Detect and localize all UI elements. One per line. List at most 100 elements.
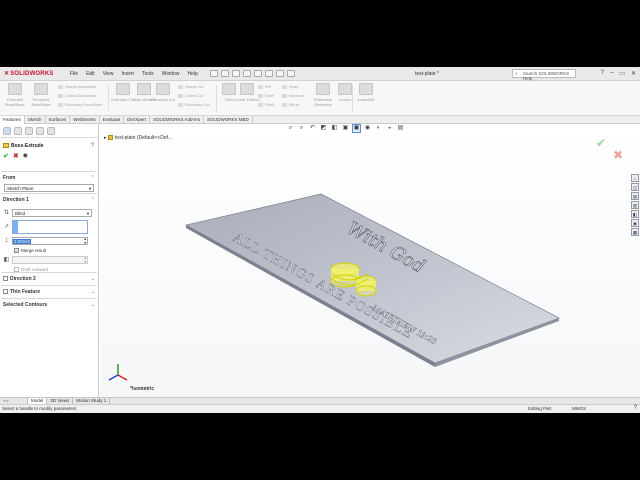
direction2-section[interactable]: Direction 2 ⌄ bbox=[1, 272, 97, 285]
custom-properties-icon[interactable]: ▦ bbox=[631, 228, 639, 236]
minimize-button[interactable]: – bbox=[610, 70, 613, 77]
tab-features[interactable]: Features bbox=[0, 116, 25, 124]
open-icon[interactable] bbox=[221, 70, 229, 77]
end-condition-select[interactable]: Blind ▼ bbox=[12, 209, 92, 217]
shell-button[interactable]: Shell bbox=[258, 102, 274, 107]
revolved-boss-button[interactable]: Revolved Boss/Base bbox=[28, 83, 54, 107]
selected-contours-section[interactable]: Selected Contours ⌄ bbox=[1, 298, 97, 311]
tab-sketch[interactable]: Sketch bbox=[25, 116, 46, 124]
rebuild-icon[interactable] bbox=[276, 70, 284, 77]
menu-edit[interactable]: Edit bbox=[86, 71, 95, 77]
print-icon[interactable] bbox=[243, 70, 251, 77]
tab-mbd[interactable]: SOLIDWORKS MBD bbox=[204, 116, 253, 124]
revolved-cut-button[interactable]: Revolved Cut bbox=[150, 83, 176, 102]
hide-show-items-icon[interactable]: ◉ bbox=[364, 125, 371, 132]
maximize-button[interactable]: ▭ bbox=[619, 70, 625, 77]
help-icon[interactable]: ? bbox=[91, 143, 94, 149]
display-manager-icon[interactable] bbox=[47, 126, 55, 135]
graphics-area[interactable]: ALL THINGS ARE POSSIBLE MATTHEW 19:26 Wi… bbox=[100, 124, 640, 397]
part-model[interactable]: ALL THINGS ARE POSSIBLE MATTHEW 19:26 Wi… bbox=[100, 124, 640, 397]
file-explorer-icon[interactable]: ▥ bbox=[631, 201, 639, 209]
undo-icon[interactable] bbox=[254, 70, 262, 77]
previous-view-icon[interactable]: ↶ bbox=[309, 125, 316, 132]
lofted-boss-button[interactable]: Lofted Boss/Base bbox=[58, 93, 102, 98]
direction2-checkbox[interactable] bbox=[3, 276, 8, 282]
confirm-checkmark-icon[interactable]: ✔ bbox=[596, 136, 606, 150]
tab-surfaces[interactable]: Surfaces bbox=[46, 116, 71, 124]
instant3d-button[interactable]: Instant3D bbox=[353, 83, 379, 102]
intersect-button[interactable]: Intersect bbox=[282, 93, 304, 98]
property-manager-icon[interactable] bbox=[14, 126, 22, 135]
feature-manager-icon[interactable] bbox=[3, 126, 11, 135]
view-settings-icon[interactable]: ▤ bbox=[397, 125, 404, 132]
draft-icon[interactable]: ◧ bbox=[3, 257, 10, 264]
appearances-icon[interactable]: ◉ bbox=[631, 219, 639, 227]
new-document-icon[interactable] bbox=[210, 70, 218, 77]
zoom-to-fit-icon[interactable]: ⌕ bbox=[287, 125, 294, 132]
extruded-boss-button[interactable]: Extruded Boss/Base bbox=[2, 83, 28, 107]
from-heading[interactable]: From ⌃ bbox=[1, 172, 97, 184]
merge-result-checkbox[interactable]: ✓ Merge result bbox=[1, 248, 97, 253]
depth-input[interactable]: 3.00mm ▲ ▼ bbox=[12, 237, 88, 245]
units-selector[interactable]: MMGS bbox=[572, 406, 586, 411]
draft-button[interactable]: Draft bbox=[258, 93, 274, 98]
feature-tree-flyout[interactable]: ▸ test-plate (Default<<Def... bbox=[104, 135, 172, 141]
direction1-heading[interactable]: Direction 1 ⌃ bbox=[1, 194, 97, 206]
cut-options-group: Swept Cut Lofted Cut Boundary Cut bbox=[178, 84, 209, 107]
view-palette-icon[interactable]: ◧ bbox=[631, 210, 639, 218]
swept-boss-button[interactable]: Swept Boss/Base bbox=[58, 84, 102, 89]
thin-feature-checkbox[interactable] bbox=[3, 289, 8, 295]
edit-appearance-icon[interactable]: ◐ bbox=[375, 125, 382, 132]
swept-cut-button[interactable]: Swept Cut bbox=[178, 84, 209, 89]
home-icon[interactable]: ⌂ bbox=[631, 174, 639, 182]
dimxpert-manager-icon[interactable] bbox=[36, 126, 44, 135]
menu-window[interactable]: Window bbox=[162, 71, 180, 77]
close-button[interactable]: ✕ bbox=[631, 70, 636, 77]
help-icon[interactable]: ? bbox=[601, 70, 604, 77]
chevron-down-icon: ▼ bbox=[88, 186, 92, 191]
ok-checkmark-icon[interactable]: ✔ bbox=[3, 152, 9, 160]
search-help-input[interactable]: ⌕ Search SOLIDWORKS Help bbox=[512, 69, 576, 81]
tab-evaluate[interactable]: Evaluate bbox=[100, 116, 125, 124]
reverse-direction-icon[interactable]: ⇅ bbox=[3, 210, 10, 217]
boundary-cut-button[interactable]: Boundary Cut bbox=[178, 102, 209, 107]
document-tabs: ◂ ▸ Model 3D Views Motion Study 1 bbox=[0, 397, 640, 404]
design-library-icon[interactable]: ▤ bbox=[631, 192, 639, 200]
menu-view[interactable]: View bbox=[103, 71, 114, 77]
from-select[interactable]: Sketch Plane ▼ bbox=[4, 184, 94, 192]
thin-feature-section[interactable]: Thin Feature ⌄ bbox=[1, 285, 97, 298]
menu-help[interactable]: Help bbox=[187, 71, 197, 77]
menu-tools[interactable]: Tools bbox=[142, 71, 154, 77]
boundary-boss-button[interactable]: Boundary Boss/Base bbox=[58, 102, 102, 107]
spinner-icon[interactable]: ▲ ▼ bbox=[84, 237, 87, 245]
menu-file[interactable]: File bbox=[70, 71, 78, 77]
options-icon[interactable] bbox=[287, 70, 295, 77]
menu-insert[interactable]: Insert bbox=[121, 71, 134, 77]
preview-eye-icon[interactable]: ◉ bbox=[23, 152, 28, 160]
zoom-area-icon[interactable]: ⌕ bbox=[298, 125, 305, 132]
resources-icon[interactable]: ◫ bbox=[631, 183, 639, 191]
cancel-x-icon[interactable]: ✖ bbox=[613, 148, 623, 162]
mirror-button[interactable]: Mirror bbox=[282, 102, 304, 107]
tab-dimxpert[interactable]: DimXpert bbox=[124, 116, 151, 124]
rib-button[interactable]: Rib bbox=[258, 84, 274, 89]
help-icon[interactable]: ? bbox=[634, 405, 637, 411]
configuration-manager-icon[interactable] bbox=[25, 126, 33, 135]
lofted-cut-button[interactable]: Lofted Cut bbox=[178, 93, 209, 98]
tab-weldments[interactable]: Weldments bbox=[70, 116, 100, 124]
apply-scene-icon[interactable]: ◒ bbox=[386, 125, 393, 132]
select-icon[interactable] bbox=[265, 70, 273, 77]
tab-addins[interactable]: SOLIDWORKS Add-Ins bbox=[150, 116, 205, 124]
dynamic-annotation-icon[interactable]: ◧ bbox=[331, 125, 338, 132]
boss-extrude-icon bbox=[3, 143, 9, 149]
display-style-icon[interactable]: ◼ bbox=[352, 124, 361, 133]
draft-angle-input[interactable]: ▲ ▼ bbox=[12, 256, 88, 264]
solidworks-logo[interactable]: ✕SOLIDWORKS bbox=[4, 70, 54, 77]
view-orientation-icon[interactable]: ▣ bbox=[342, 125, 349, 132]
cancel-x-icon[interactable]: ✖ bbox=[13, 152, 19, 160]
section-view-icon[interactable]: ◩ bbox=[320, 125, 327, 132]
linear-pattern-button[interactable]: Linear Pattern bbox=[234, 83, 260, 102]
direction-selection-box[interactable] bbox=[12, 220, 88, 234]
wrap-button[interactable]: Wrap bbox=[282, 84, 304, 89]
save-icon[interactable] bbox=[232, 70, 240, 77]
